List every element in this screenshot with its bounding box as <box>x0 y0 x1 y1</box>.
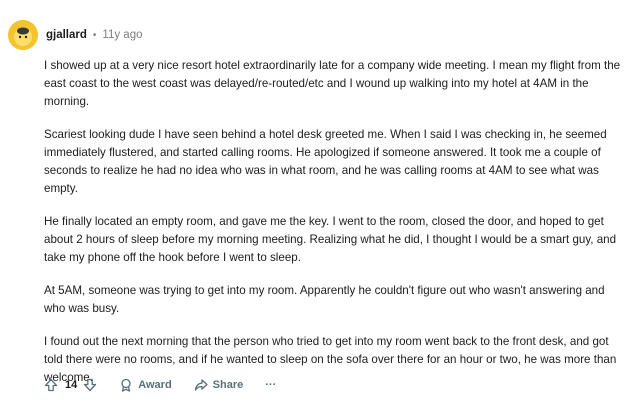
share-button[interactable]: Share <box>194 378 244 392</box>
comment-body: I showed up at a very nice resort hotel … <box>44 57 624 402</box>
award-icon <box>121 378 131 392</box>
share-label: Share <box>212 379 244 391</box>
upvote-button[interactable] <box>44 378 58 392</box>
award-button[interactable]: Award <box>119 378 172 392</box>
username[interactable]: gjallard <box>46 29 87 41</box>
avatar[interactable] <box>8 20 38 50</box>
comment: gjallard • 11y ago I showed up at a very… <box>0 0 640 407</box>
comment-paragraph: At 5AM, someone was trying to get into m… <box>44 284 605 315</box>
comment-actions: 14 Award Share ··· <box>44 375 276 395</box>
arrow-down-icon <box>84 378 97 392</box>
share-icon <box>194 379 208 391</box>
vote-count: 14 <box>65 379 78 391</box>
avatar-icon <box>8 20 38 50</box>
award-label: Award <box>138 379 172 391</box>
comment-age[interactable]: 11y ago <box>102 29 142 41</box>
more-options-button[interactable]: ··· <box>265 379 276 391</box>
comment-paragraph: I showed up at a very nice resort hotel … <box>44 59 621 108</box>
arrow-up-icon <box>44 378 58 392</box>
more-icon: ··· <box>265 379 277 391</box>
comment-paragraph: Scariest looking dude I have seen behind… <box>44 128 607 195</box>
comment-paragraph: He finally located an empty room, and ga… <box>44 215 617 264</box>
separator-dot: • <box>92 29 97 41</box>
downvote-button[interactable] <box>83 378 97 392</box>
comment-header: gjallard • 11y ago <box>8 20 143 50</box>
